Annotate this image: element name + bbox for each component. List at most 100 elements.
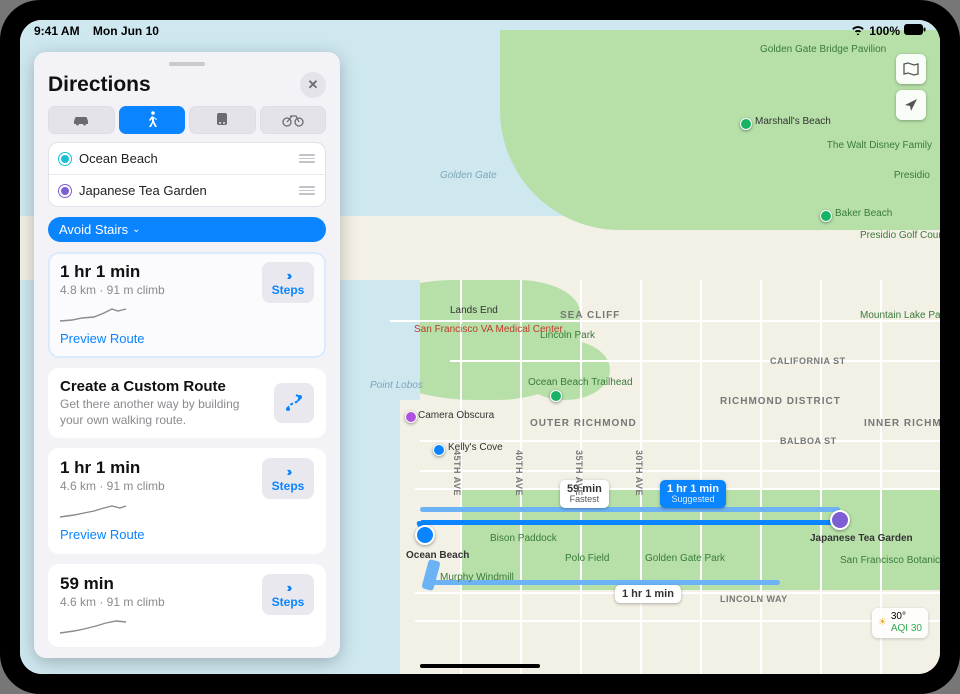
route-badge-suggested[interactable]: 1 hr 1 min Suggested [660, 480, 726, 508]
route-card[interactable]: 1 hr 1 min 4.8 km · 91 m climb ›› Steps … [48, 252, 326, 358]
mode-bike[interactable] [260, 106, 327, 134]
label-richmond: RICHMOND DISTRICT [720, 396, 810, 407]
label-waltdisney: The Walt Disney Family [827, 140, 932, 151]
status-batt: 100% [869, 24, 900, 38]
route-card[interactable]: 1 hr 1 min 4.6 km · 91 m climb ›› Steps … [48, 448, 326, 554]
label-california: CALIFORNIA ST [770, 356, 846, 366]
status-time: 9:41 AM [34, 24, 80, 38]
label-40th: 40TH AVE [514, 450, 524, 496]
label-obtrail: Ocean Beach Trailhead [528, 377, 598, 388]
label-innerrich: INNER RICHMOND [864, 418, 934, 429]
route-sub: 4.8 km · 91 m climb [60, 283, 165, 297]
steps-button[interactable]: ›› Steps [262, 574, 314, 615]
label-bison: Bison Paddock [490, 533, 557, 544]
route-card[interactable]: 59 min 4.6 km · 91 m climb ›› Steps [48, 564, 326, 647]
stop-to[interactable]: Japanese Tea Garden [49, 174, 325, 206]
option-label: Avoid Stairs [59, 222, 128, 237]
preview-route-link[interactable]: Preview Route [60, 527, 145, 542]
label-bridgepav: Golden Gate Bridge Pavilion [760, 44, 886, 55]
route-sub: 4.6 km · 91 m climb [60, 479, 165, 493]
stop-from[interactable]: Ocean Beach [49, 143, 325, 174]
double-chevron-icon: ›› [287, 268, 290, 283]
label-presidio: Presidio [894, 170, 930, 181]
label-sfva: San Francisco VA Medical Center [414, 324, 524, 335]
label-presgolf: Presidio Golf Course [860, 230, 930, 241]
weather-aqi: AQI 30 [891, 623, 922, 635]
mode-transit[interactable] [189, 106, 256, 134]
reorder-handle[interactable] [299, 154, 315, 163]
label-baker: Baker Beach [835, 208, 892, 219]
label-landsend: Lands End [450, 305, 498, 316]
status-bar: 9:41 AM Mon Jun 10 100% [20, 20, 940, 42]
poi-baker[interactable] [820, 210, 832, 222]
screen: 9:41 AM Mon Jun 10 100% [20, 20, 940, 674]
route-list[interactable]: 1 hr 1 min 4.8 km · 91 m climb ›› Steps … [34, 242, 340, 658]
preview-route-link[interactable]: Preview Route [60, 331, 145, 346]
stop-to-label: Japanese Tea Garden [79, 183, 291, 198]
steps-button[interactable]: ›› Steps [262, 458, 314, 499]
custom-route-card[interactable]: Create a Custom Route Get there another … [48, 368, 326, 438]
poi-marshalls[interactable] [740, 118, 752, 130]
label-ptlobos: Point Lobos [370, 380, 423, 391]
mode-car[interactable] [48, 106, 115, 134]
lincoln-park [520, 340, 610, 400]
weather-chip[interactable]: ☀ 30° AQI 30 [872, 608, 928, 638]
elevation-sparkline [60, 303, 165, 325]
label-seacliff: SEA CLIFF [560, 310, 620, 321]
badge-label: Suggested [667, 495, 719, 505]
sun-icon: ☀ [878, 617, 887, 629]
badge-time: 1 hr 1 min [622, 588, 674, 600]
ipad-frame: 9:41 AM Mon Jun 10 100% [0, 0, 960, 694]
poi-camera[interactable] [405, 411, 417, 423]
status-left: 9:41 AM Mon Jun 10 [34, 24, 159, 38]
weather-temp: 30° [891, 611, 922, 623]
pin-destination[interactable] [830, 510, 850, 530]
label-lincolnpark: Lincoln Park [540, 330, 595, 341]
chevron-down-icon: ⌄ [132, 224, 140, 235]
route-sub: 4.6 km · 91 m climb [60, 595, 165, 609]
elevation-sparkline [60, 499, 165, 521]
label-lincoln: LINCOLN WAY [720, 594, 788, 604]
water-label: Golden Gate [440, 170, 497, 181]
directions-panel: Directions ✕ Ocean Beach [34, 52, 340, 658]
reorder-handle[interactable] [299, 186, 315, 195]
pin-origin[interactable] [415, 525, 435, 545]
mode-walk[interactable] [119, 106, 186, 134]
pin-origin-label: Ocean Beach [406, 550, 469, 561]
label-outerrich: OUTER RICHMOND [530, 418, 620, 429]
elevation-sparkline [60, 615, 165, 637]
label-sfbot: San Francisco Botanical [840, 555, 930, 566]
map-mode-button[interactable] [896, 54, 926, 84]
steps-label: Steps [272, 283, 305, 297]
label-polo: Polo Field [565, 553, 609, 564]
poi-kellys[interactable] [433, 444, 445, 456]
pin-dest-label: Japanese Tea Garden [810, 533, 913, 544]
label-ggpark: Golden Gate Park [645, 553, 725, 564]
steps-button[interactable]: ›› Steps [262, 262, 314, 303]
custom-title: Create a Custom Route [60, 378, 262, 395]
label-murphy: Murphy Windmill [440, 572, 514, 583]
badge-label: Fastest [567, 495, 602, 505]
dest-dot-icon [59, 185, 71, 197]
locate-me-button[interactable] [896, 90, 926, 120]
wifi-icon [851, 24, 865, 38]
close-button[interactable]: ✕ [300, 72, 326, 98]
label-balboa: BALBOA ST [780, 436, 837, 446]
double-chevron-icon: ›› [287, 580, 290, 595]
route-time: 1 hr 1 min [60, 458, 165, 478]
double-chevron-icon: ›› [287, 464, 290, 479]
poi-obtrail[interactable] [550, 390, 562, 402]
status-date: Mon Jun 10 [93, 24, 159, 38]
label-35th: 35TH AVE [574, 450, 584, 496]
route-badge-fastest[interactable]: 59 min Fastest [560, 480, 609, 508]
home-indicator[interactable] [420, 664, 540, 668]
route-badge-alt[interactable]: 1 hr 1 min [615, 585, 681, 603]
transport-segmented-control [48, 106, 326, 134]
stop-from-label: Ocean Beach [79, 151, 291, 166]
label-45th: 45TH AVE [452, 450, 462, 496]
battery-icon [904, 24, 926, 38]
panel-grabber[interactable] [169, 62, 205, 66]
status-right: 100% [851, 24, 926, 38]
route-options-pill[interactable]: Avoid Stairs ⌄ [48, 217, 326, 242]
label-mountainlk: Mountain Lake Park [860, 310, 930, 321]
